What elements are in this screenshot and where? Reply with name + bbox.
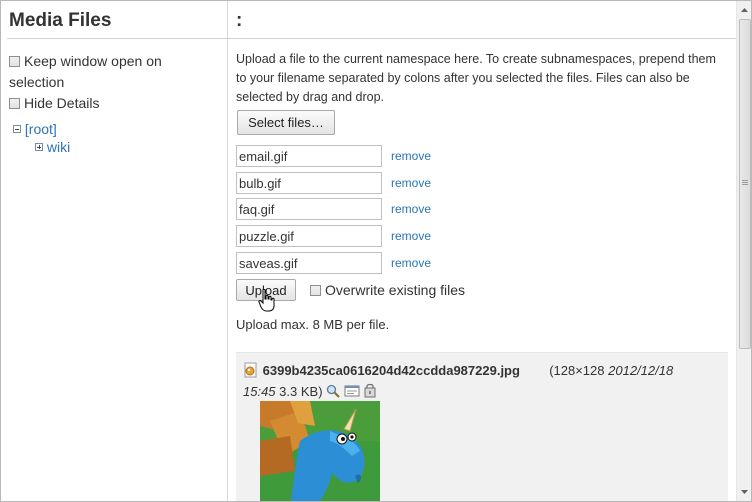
media-dimensions: (128×128: [549, 363, 605, 378]
file-name-input[interactable]: [236, 225, 382, 247]
namespace-tree: [root] wiki: [13, 121, 70, 155]
media-info-line: 15:45 3.3 KB): [243, 383, 377, 399]
right-panel: : Upload a file to the current namespace…: [228, 1, 736, 501]
remove-link[interactable]: remove: [391, 202, 431, 216]
overwrite-option[interactable]: Overwrite existing files: [310, 282, 465, 298]
vertical-scrollbar[interactable]: [736, 1, 752, 501]
scroll-up-arrow-icon[interactable]: [737, 2, 752, 18]
hand-cursor-icon: [258, 289, 275, 312]
tree-link-root[interactable]: [root]: [25, 121, 57, 137]
file-name-input[interactable]: [236, 198, 382, 220]
remove-link[interactable]: remove: [391, 229, 431, 243]
tree-node-root: [root]: [13, 121, 70, 137]
delete-lock-icon[interactable]: [363, 383, 377, 398]
media-thumbnail[interactable]: [260, 401, 380, 501]
tree-node-wiki: wiki: [35, 139, 70, 155]
scrollbar-thumb[interactable]: [739, 19, 751, 349]
image-file-icon: [244, 362, 257, 378]
file-name-input[interactable]: [236, 172, 382, 194]
media-filename[interactable]: 6399b4235ca0616204d42ccdda987229.jpg: [263, 363, 520, 378]
keep-open-option[interactable]: Keep window open on selection: [9, 51, 162, 93]
overwrite-checkbox[interactable]: [310, 285, 321, 296]
media-info-line: 6399b4235ca0616204d42ccdda987229.jpg (12…: [243, 362, 673, 378]
edit-metadata-icon[interactable]: [344, 384, 360, 398]
hide-details-checkbox[interactable]: [9, 98, 20, 109]
left-panel: Media Files Keep window open on selectio…: [1, 1, 247, 501]
scroll-down-arrow-icon[interactable]: [737, 484, 752, 500]
select-files-button[interactable]: Select files…: [237, 110, 335, 135]
magnifier-icon[interactable]: [326, 384, 340, 398]
media-time: 15:45: [243, 384, 276, 399]
keep-open-checkbox[interactable]: [9, 56, 20, 67]
file-name-input[interactable]: [236, 252, 382, 274]
keep-open-label-cont: selection: [9, 74, 65, 90]
media-manager-window: Media Files Keep window open on selectio…: [0, 0, 752, 502]
hide-details-label: Hide Details: [24, 95, 100, 111]
panel-title: Media Files: [9, 10, 112, 31]
media-size: 3.3 KB): [279, 384, 323, 399]
remove-link[interactable]: remove: [391, 256, 431, 270]
keep-open-label: Keep window open on: [24, 53, 162, 69]
media-item: 6399b4235ca0616204d42ccdda987229.jpg (12…: [236, 352, 728, 501]
upload-instructions: Upload a file to the current namespace h…: [236, 52, 716, 104]
hide-details-option[interactable]: Hide Details: [9, 93, 99, 114]
expand-icon[interactable]: [35, 143, 43, 151]
file-name-input[interactable]: [236, 145, 382, 167]
namespace-title: :: [236, 10, 243, 31]
collapse-icon[interactable]: [13, 125, 21, 133]
media-date: 2012/12/18: [608, 363, 674, 378]
divider: [234, 38, 736, 39]
remove-link[interactable]: remove: [391, 149, 431, 163]
divider: [7, 38, 247, 39]
overwrite-label: Overwrite existing files: [325, 282, 466, 298]
max-size-note: Upload max. 8 MB per file.: [236, 317, 390, 332]
remove-link[interactable]: remove: [391, 176, 431, 190]
tree-link-wiki[interactable]: wiki: [47, 139, 70, 155]
